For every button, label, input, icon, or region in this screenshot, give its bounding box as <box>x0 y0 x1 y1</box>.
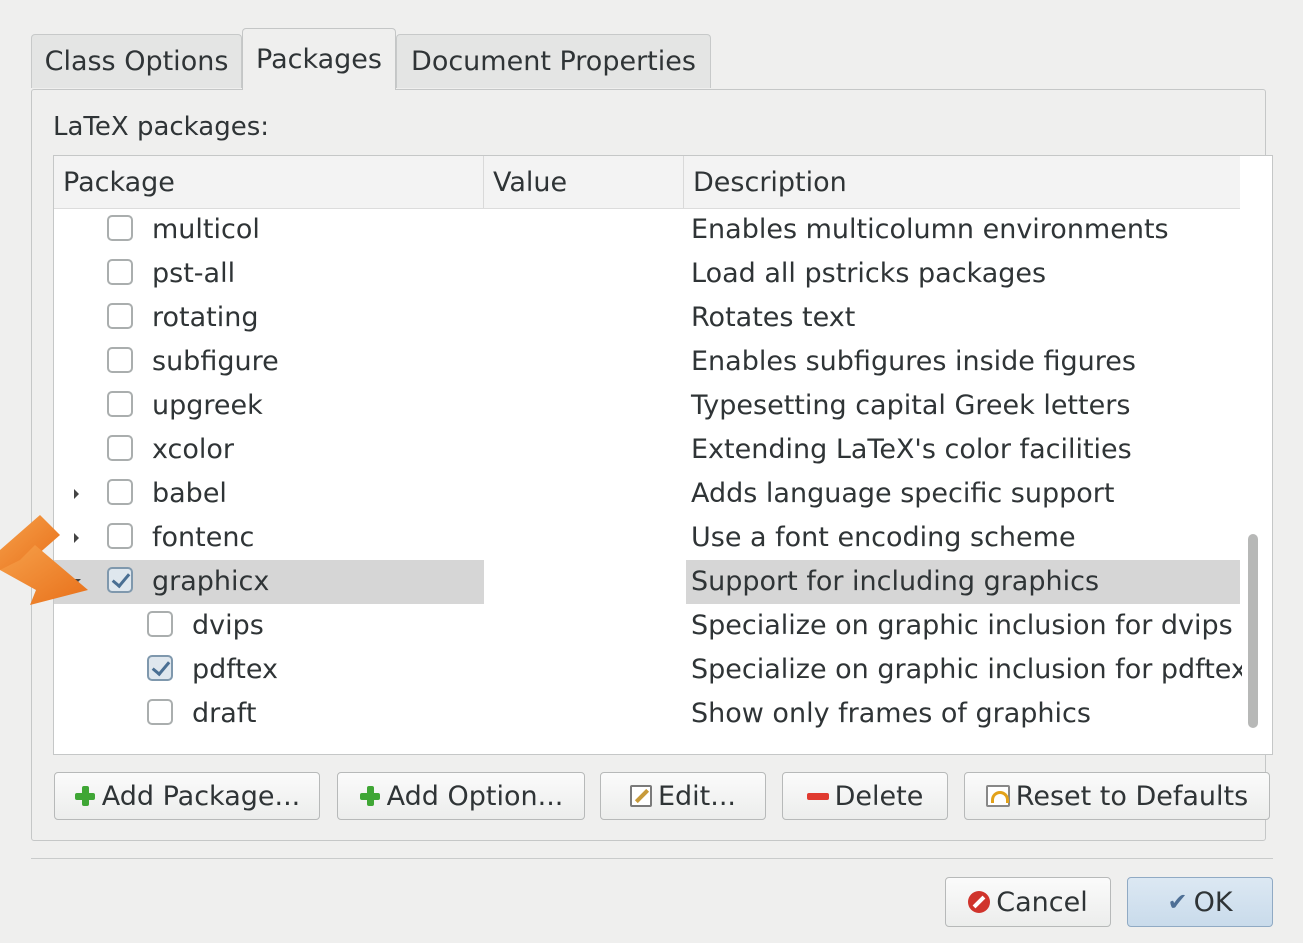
add-option-label: Add Option... <box>386 780 564 812</box>
package-name: draft <box>192 698 257 729</box>
packages-tree[interactable]: Package Value Description multicol Enable… <box>53 155 1273 755</box>
edit-label: Edit... <box>657 780 737 812</box>
edit-button[interactable]: Edit... <box>600 772 766 820</box>
tree-row-xcolor[interactable]: xcolor Extending LaTeX's color facilities <box>54 428 1240 472</box>
add-option-button[interactable]: Add Option... <box>337 772 585 820</box>
package-name: graphicx <box>152 566 270 597</box>
package-description: Enables multicolumn environments <box>691 214 1169 245</box>
scrollbar-thumb[interactable] <box>1248 534 1258 728</box>
checkbox-rotating[interactable] <box>107 303 133 329</box>
checkbox-graphicx[interactable] <box>107 567 133 593</box>
checkbox-dvips[interactable] <box>147 611 173 637</box>
delete-label: Delete <box>834 780 924 812</box>
tree-row-pdftex[interactable]: pdftex Specialize on graphic inclusion fo… <box>54 648 1247 692</box>
checkbox-pdftex[interactable] <box>147 655 173 681</box>
package-name: dvips <box>192 610 264 641</box>
annotation-arrow-icon <box>0 515 88 605</box>
package-description: Specialize on graphic inclusion for dvip… <box>691 610 1233 641</box>
ok-button[interactable]: ✔ OK <box>1127 877 1273 927</box>
package-name: upgreek <box>152 390 263 421</box>
tab-class-options[interactable]: Class Options <box>31 34 242 88</box>
tree-row-babel[interactable]: babel Adds language specific support <box>54 472 1240 516</box>
package-description: Show only frames of graphics <box>691 698 1091 729</box>
package-name: rotating <box>152 302 259 333</box>
package-description: Support for including graphics <box>691 566 1100 597</box>
package-name: xcolor <box>152 434 234 465</box>
expand-arrow-icon[interactable] <box>74 489 79 499</box>
package-name: subfigure <box>152 346 279 377</box>
tree-header: Package Value Description <box>54 156 1240 209</box>
tab-packages[interactable]: Packages <box>242 28 396 90</box>
package-name: multicol <box>152 214 260 245</box>
checkbox-fontenc[interactable] <box>107 523 133 549</box>
separator <box>31 858 1273 859</box>
tree-row-graphicx[interactable]: graphicx Support for including graphics <box>54 560 1240 604</box>
package-name: fontenc <box>152 522 255 553</box>
tree-row-pst-all[interactable]: pst-all Load all pstricks packages <box>54 252 1240 296</box>
package-description: Extending LaTeX's color facilities <box>691 434 1132 465</box>
checkbox-multicol[interactable] <box>107 215 133 241</box>
checkbox-upgreek[interactable] <box>107 391 133 417</box>
package-name: babel <box>152 478 227 509</box>
cancel-icon <box>968 891 991 913</box>
package-description: Enables subfigures inside figures <box>691 346 1136 377</box>
checkbox-pst-all[interactable] <box>107 259 133 285</box>
tree-row-upgreek[interactable]: upgreek Typesetting capital Greek letters <box>54 384 1240 428</box>
plus-icon <box>359 785 381 807</box>
tree-row-multicol[interactable]: multicol Enables multicolumn environments <box>54 208 1240 252</box>
checkmark-icon: ✔ <box>1167 888 1188 916</box>
tab-document-properties[interactable]: Document Properties <box>396 34 711 88</box>
checkbox-subfigure[interactable] <box>107 347 133 373</box>
tab-document-properties-label: Document Properties <box>411 46 696 77</box>
package-name: pdftex <box>192 654 279 685</box>
tab-class-options-label: Class Options <box>44 46 229 77</box>
delete-button[interactable]: Delete <box>782 772 948 820</box>
edit-icon <box>629 785 652 807</box>
column-header-package[interactable]: Package <box>54 156 484 208</box>
minus-icon <box>806 792 829 800</box>
package-description: Use a font encoding scheme <box>691 522 1076 553</box>
package-description: Specialize on graphic inclusion for pdft… <box>691 654 1247 685</box>
reset-label: Reset to Defaults <box>1015 780 1249 812</box>
column-header-value[interactable]: Value <box>484 156 684 208</box>
package-description: Adds language specific support <box>691 478 1115 509</box>
package-description: Typesetting capital Greek letters <box>691 390 1131 421</box>
checkbox-draft[interactable] <box>147 699 173 725</box>
reset-icon <box>985 785 1010 807</box>
tree-row-draft[interactable]: draft Show only frames of graphics <box>54 692 1240 736</box>
package-description: Load all pstricks packages <box>691 258 1047 289</box>
checkbox-xcolor[interactable] <box>107 435 133 461</box>
tree-row-rotating[interactable]: rotating Rotates text <box>54 296 1240 340</box>
column-header-description[interactable]: Description <box>684 156 1240 208</box>
tree-row-subfigure[interactable]: subfigure Enables subfigures inside figur… <box>54 340 1240 384</box>
reset-to-defaults-button[interactable]: Reset to Defaults <box>964 772 1270 820</box>
add-package-label: Add Package... <box>101 780 301 812</box>
ok-label: OK <box>1193 886 1233 918</box>
checkbox-babel[interactable] <box>107 479 133 505</box>
section-label: LaTeX packages: <box>53 112 270 142</box>
cancel-button[interactable]: Cancel <box>945 877 1111 927</box>
plus-icon <box>74 785 96 807</box>
cancel-label: Cancel <box>996 886 1088 918</box>
package-name: pst-all <box>152 258 236 289</box>
tree-row-fontenc[interactable]: fontenc Use a font encoding scheme <box>54 516 1240 560</box>
package-description: Rotates text <box>691 302 856 333</box>
add-package-button[interactable]: Add Package... <box>54 772 320 820</box>
tree-row-dvips[interactable]: dvips Specialize on graphic inclusion for… <box>54 604 1240 648</box>
tab-packages-label: Packages <box>256 44 382 75</box>
